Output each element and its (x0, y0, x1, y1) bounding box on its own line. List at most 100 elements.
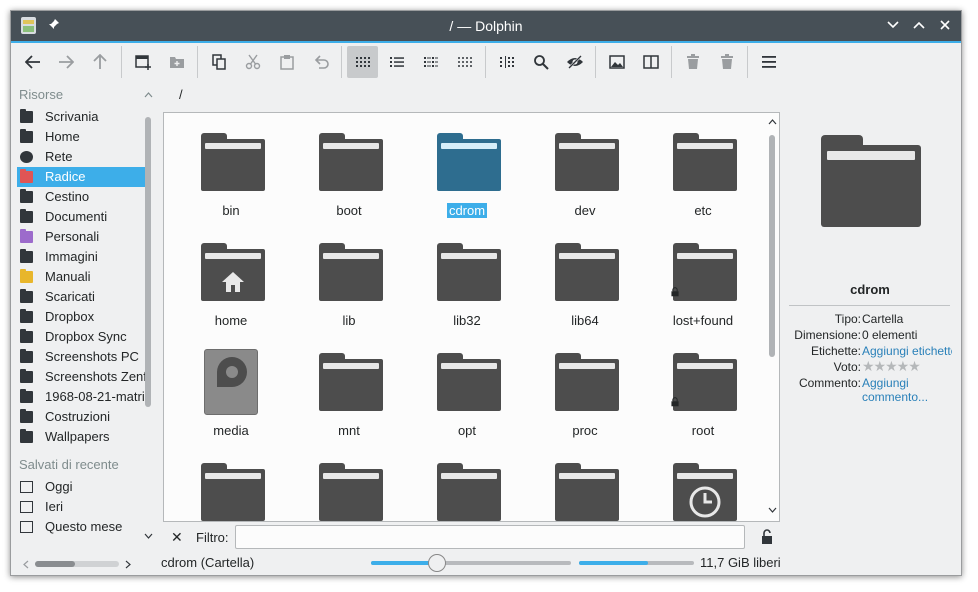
sidebar-item[interactable]: Scaricati (17, 287, 145, 307)
split-view-button[interactable] (635, 46, 666, 78)
compact-view-button[interactable] (415, 46, 446, 78)
sidebar-item[interactable]: Scrivania (17, 107, 145, 127)
new-folder-button[interactable] (161, 46, 192, 78)
sidebar-item[interactable]: Documenti (17, 207, 145, 227)
title-bar[interactable]: / — Dolphin (11, 11, 961, 41)
zoom-slider-handle[interactable] (428, 554, 446, 572)
folder-icon (555, 133, 619, 191)
preview-button[interactable] (601, 46, 632, 78)
sidebar-item[interactable]: Cestino (17, 187, 145, 207)
sidebar-scrollbar[interactable] (144, 107, 152, 527)
file-item[interactable] (524, 443, 634, 521)
lock-filter-icon[interactable] (761, 529, 773, 548)
chevron-down-icon[interactable] (768, 507, 777, 513)
file-view-scrollbar-thumb[interactable] (769, 135, 775, 357)
zoom-slider[interactable] (371, 554, 571, 572)
breadcrumb-root[interactable]: / (179, 87, 183, 102)
split-columns-button[interactable] (491, 46, 522, 78)
toolbar-separator (485, 46, 486, 78)
sidebar-item[interactable]: Mese scorso (17, 537, 145, 541)
add-comment-link[interactable]: Aggiungi commento... (862, 376, 940, 404)
sidebar-item[interactable]: 1968-08-21-matri (17, 387, 145, 407)
sidebar-scrollbar-thumb[interactable] (145, 117, 151, 407)
recent-section-header[interactable]: Salvati di recente (11, 453, 157, 477)
folder-icon (437, 243, 501, 301)
file-name-text: cdrom (446, 203, 488, 218)
file-item[interactable]: lib32 (406, 223, 516, 328)
file-item[interactable]: home (170, 223, 280, 328)
sidebar-item[interactable]: Dropbox (17, 307, 145, 327)
sidebar-item[interactable]: Rete (17, 147, 145, 167)
sidebar-item-label: Scrivania (45, 109, 99, 124)
file-item[interactable]: bin (170, 113, 280, 218)
chevron-down-icon[interactable] (144, 533, 153, 539)
sidebar-item[interactable]: Immagini (17, 247, 145, 267)
back-button[interactable] (17, 46, 48, 78)
cut-button[interactable] (237, 46, 268, 78)
file-item[interactable] (642, 443, 752, 521)
free-space-bar[interactable] (579, 561, 694, 565)
forward-button[interactable] (50, 46, 81, 78)
file-item[interactable]: lib64 (524, 223, 634, 328)
file-item[interactable]: media (170, 333, 280, 438)
file-item[interactable]: proc (524, 333, 634, 438)
places-section-header[interactable]: Risorse (11, 83, 157, 107)
show-hidden-button[interactable] (559, 46, 590, 78)
chevron-left-icon[interactable] (23, 560, 29, 569)
sidebar-item[interactable]: Manuali (17, 267, 145, 287)
copy-button[interactable] (203, 46, 234, 78)
undo-button[interactable] (305, 46, 336, 78)
search-button[interactable] (525, 46, 556, 78)
new-window-button[interactable] (127, 46, 158, 78)
file-item[interactable]: opt (406, 333, 516, 438)
file-item[interactable]: dev (524, 113, 634, 218)
move-to-trash-button[interactable] (677, 46, 708, 78)
file-item[interactable]: root (642, 333, 752, 438)
sidebar-item[interactable]: Screenshots PC (17, 347, 145, 367)
filter-input[interactable] (235, 525, 745, 549)
delete-button[interactable] (711, 46, 742, 78)
rating-stars[interactable]: ★★★★★ (862, 358, 921, 375)
sidebar-item-label: Ieri (45, 499, 64, 514)
up-button[interactable] (84, 46, 115, 78)
close-window-icon[interactable] (937, 16, 953, 34)
file-item[interactable]: lost+found (642, 223, 752, 328)
hamburger-menu-button[interactable] (753, 46, 784, 78)
file-item[interactable]: mnt (288, 333, 398, 438)
file-item[interactable]: etc (642, 113, 752, 218)
preview-toggle-button[interactable] (449, 46, 480, 78)
maximize-icon[interactable] (911, 16, 927, 34)
close-filter-icon[interactable]: ✕ (171, 529, 183, 546)
file-view-scrollbar[interactable] (767, 119, 777, 515)
paste-button[interactable] (271, 46, 302, 78)
sidebar-item[interactable]: Oggi (17, 477, 145, 497)
sidebar-item[interactable]: Home (17, 127, 145, 147)
sidebar-hscrollbar[interactable] (19, 557, 135, 571)
sidebar-item[interactable]: Radice (17, 167, 145, 187)
file-item[interactable] (170, 443, 280, 521)
sidebar-item[interactable]: Personali (17, 227, 145, 247)
sidebar-hscroll-thumb[interactable] (35, 561, 75, 567)
sidebar-item[interactable]: Ieri (17, 497, 145, 517)
sidebar-item[interactable]: Screenshots Zenf (17, 367, 145, 387)
chevron-up-icon[interactable] (144, 92, 153, 98)
sidebar-item-label: Home (45, 129, 80, 144)
sidebar-item[interactable]: Questo mese (17, 517, 145, 537)
file-view[interactable]: bin boot cdrom dev etc home lib lib32 lib64 lost+… (163, 112, 780, 522)
file-item[interactable]: boot (288, 113, 398, 218)
location-bar[interactable]: / (179, 87, 183, 102)
sidebar-item[interactable]: Dropbox Sync (17, 327, 145, 347)
file-name-text: media (213, 423, 249, 438)
icons-view-button[interactable] (347, 46, 378, 78)
chevron-up-icon[interactable] (768, 119, 777, 125)
file-item[interactable] (406, 443, 516, 521)
chevron-right-icon[interactable] (125, 560, 131, 569)
file-item[interactable]: cdrom (406, 113, 516, 218)
sidebar-item[interactable]: Wallpapers (17, 427, 145, 447)
minimize-icon[interactable] (885, 16, 901, 34)
details-view-button[interactable] (381, 46, 412, 78)
file-item[interactable] (288, 443, 398, 521)
sidebar-item[interactable]: Costruzioni (17, 407, 145, 427)
add-tags-link[interactable]: Aggiungi etichette (862, 344, 952, 358)
file-item[interactable]: lib (288, 223, 398, 328)
